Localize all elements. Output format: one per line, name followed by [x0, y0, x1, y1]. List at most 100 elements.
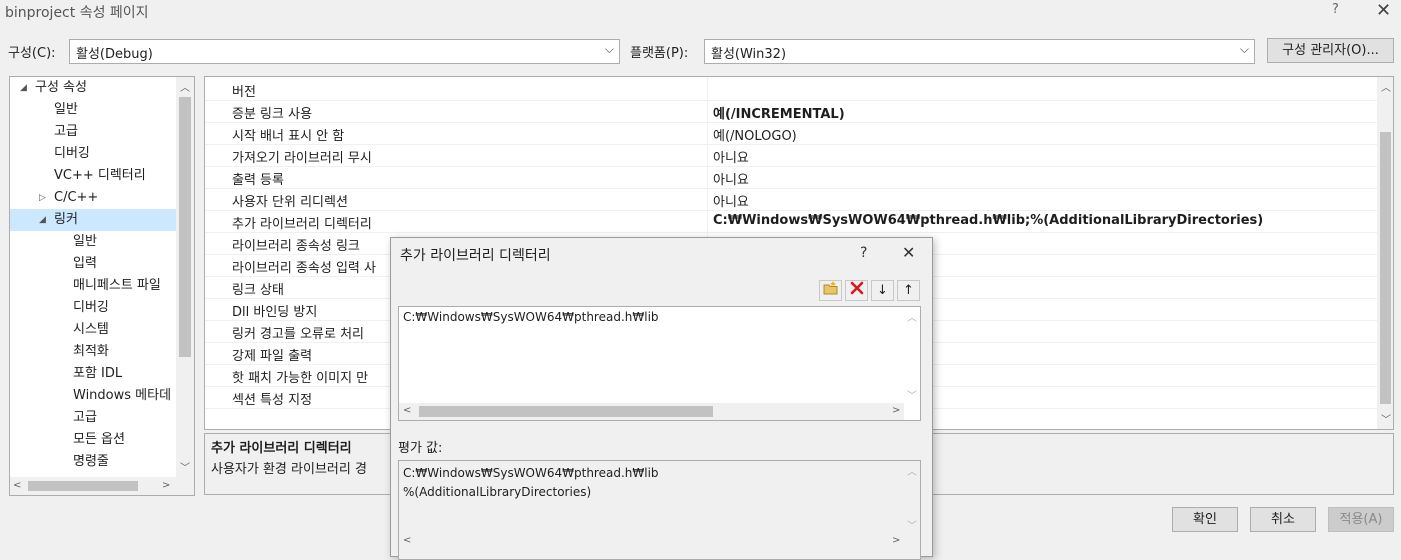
tree-item[interactable]: ◢ 구성 속성	[10, 77, 176, 99]
tree-item[interactable]: 포함 IDL	[10, 363, 176, 385]
platform-dropdown[interactable]: 활성(Win32) ⌵	[704, 39, 1255, 64]
scroll-up-arrow-icon[interactable]: ︿	[907, 463, 917, 478]
tree-horizontal-scrollbar[interactable]: < >	[10, 477, 194, 495]
scroll-thumb[interactable]	[28, 481, 138, 491]
tree-item[interactable]: 입력	[10, 253, 176, 275]
property-tree: ◢ 구성 속성 일반 고급 디버깅 VC++ 디렉터리 ▷ C/C++ ◢ 링커 일반 입력 매니페스트…	[9, 76, 195, 496]
window-title: binproject 속성 페이지	[5, 5, 149, 21]
close-button[interactable]: ✕	[1376, 0, 1391, 21]
move-down-button[interactable]: ↓	[871, 280, 894, 301]
scroll-down-arrow-icon[interactable]: ﹀	[180, 459, 190, 474]
property-row[interactable]: 가져오기 라이브러리 무시 아니요	[205, 145, 1379, 167]
property-value[interactable]: 예(/INCREMENTAL)	[713, 103, 845, 122]
tree-item[interactable]: 디버깅	[10, 143, 176, 165]
new-folder-icon	[823, 281, 837, 295]
tree-item[interactable]: 고급	[10, 121, 176, 143]
arrow-down-icon: ↓	[877, 283, 888, 298]
subdialog-help-button[interactable]: ?	[860, 245, 867, 261]
collapse-arrow-icon[interactable]: ◢	[39, 209, 46, 231]
tree-item[interactable]: 모든 옵션	[10, 429, 176, 451]
property-name: 가져오기 라이브러리 무시	[232, 151, 372, 166]
apply-button[interactable]: 적용(A)	[1328, 507, 1394, 532]
grid-vertical-scrollbar[interactable]: ︿ ﹀	[1377, 77, 1393, 429]
scroll-up-arrow-icon[interactable]: ︿	[1381, 79, 1391, 94]
property-name: 사용자 단위 리디렉션	[232, 195, 348, 210]
tree-item[interactable]: 일반	[10, 231, 176, 253]
tree-item[interactable]: 매니페스트 파일	[10, 275, 176, 297]
scroll-up-arrow-icon[interactable]: ︿	[180, 79, 190, 94]
tree-item[interactable]: 고급	[10, 407, 176, 429]
scroll-down-arrow-icon[interactable]: ﹀	[1381, 411, 1391, 426]
scroll-thumb[interactable]	[179, 97, 191, 357]
tree-item[interactable]: ▷ C/C++	[10, 187, 176, 209]
eval-line: %(AdditionalLibraryDirectories)	[403, 485, 592, 499]
tree-item[interactable]: VC++ 디렉터리	[10, 165, 176, 187]
move-up-button[interactable]: ↑	[897, 280, 920, 301]
eval-label: 평가 값:	[398, 441, 443, 456]
scroll-thumb[interactable]	[1380, 132, 1391, 404]
ok-button[interactable]: 확인	[1172, 507, 1238, 532]
directory-edit-box[interactable]: C:₩Windows₩SysWOW64₩pthread.h₩lib ︿ ﹀ < …	[398, 306, 921, 421]
property-row[interactable]: 출력 등록 아니요	[205, 167, 1379, 189]
scroll-down-arrow-icon[interactable]: ﹀	[907, 387, 917, 402]
tree-item-label: 매니페스트 파일	[73, 278, 161, 293]
config-value: 활성(Debug)	[76, 47, 153, 62]
eval-vertical-scrollbar[interactable]: ︿ ﹀	[904, 461, 920, 533]
config-manager-button[interactable]: 구성 관리자(O)...	[1267, 38, 1394, 63]
arrow-up-icon: ↑	[903, 283, 914, 298]
property-value[interactable]: 아니요	[713, 169, 749, 188]
property-name: 라이브러리 종속성 입력 사	[232, 261, 376, 276]
tree-item[interactable]: 명령줄	[10, 451, 176, 473]
scroll-right-arrow-icon[interactable]: >	[892, 405, 900, 416]
delete-line-button[interactable]	[845, 280, 868, 301]
property-row[interactable]: 버전	[205, 79, 1379, 101]
platform-label: 플랫폼(P):	[630, 46, 689, 61]
tree-item[interactable]: 최적화	[10, 341, 176, 363]
tree-vertical-scrollbar[interactable]: ︿ ﹀	[176, 77, 194, 477]
description-text: 사용자가 환경 라이브러리 경	[211, 462, 367, 477]
property-value[interactable]: C:₩Windows₩SysWOW64₩pthread.h₩lib;%(Addi…	[713, 213, 1263, 228]
property-value[interactable]: 예(/NOLOGO)	[713, 125, 797, 144]
help-button[interactable]: ?	[1332, 2, 1339, 17]
scroll-left-arrow-icon[interactable]: <	[403, 535, 411, 546]
edit-horizontal-scrollbar[interactable]: < >	[399, 403, 904, 420]
scroll-thumb[interactable]	[419, 406, 713, 417]
subdialog-close-button[interactable]: ✕	[902, 243, 915, 262]
edit-vertical-scrollbar[interactable]: ︿ ﹀	[904, 307, 920, 403]
scroll-left-arrow-icon[interactable]: <	[13, 480, 21, 491]
tree-item-label: 일반	[54, 102, 78, 117]
property-name: 버전	[232, 85, 256, 100]
config-dropdown[interactable]: 활성(Debug) ⌵	[69, 39, 620, 64]
new-line-button[interactable]	[819, 280, 842, 301]
property-row[interactable]: 사용자 단위 리디렉션 아니요	[205, 189, 1379, 211]
tree-item-label: 일반	[73, 234, 97, 249]
tree-item[interactable]: 일반	[10, 99, 176, 121]
directory-edit-value[interactable]: C:₩Windows₩SysWOW64₩pthread.h₩lib	[403, 310, 659, 324]
property-value[interactable]: 아니요	[713, 147, 749, 166]
collapse-arrow-icon[interactable]: ◢	[20, 77, 27, 99]
tree-item[interactable]: 디버깅	[10, 297, 176, 319]
tree-item[interactable]: Windows 메타데	[10, 385, 176, 407]
additional-library-dirs-dialog: 추가 라이브러리 디렉터리 ? ✕ ↓ ↑ C:₩Windows₩SysWOW6…	[390, 237, 933, 560]
eval-horizontal-scrollbar[interactable]: < >	[399, 533, 904, 550]
description-title: 추가 라이브러리 디렉터리	[211, 441, 352, 456]
chevron-down-icon: ⌵	[1239, 42, 1249, 56]
tree-item-label: VC++ 디렉터리	[54, 168, 146, 183]
expand-arrow-icon[interactable]: ▷	[39, 187, 46, 209]
scroll-right-arrow-icon[interactable]: >	[892, 535, 900, 546]
delete-icon	[850, 281, 863, 295]
tree-item[interactable]: ◢ 링커	[10, 209, 176, 231]
property-value[interactable]: 아니요	[713, 191, 749, 210]
scroll-up-arrow-icon[interactable]: ︿	[907, 309, 917, 324]
property-row[interactable]: 증분 링크 사용 예(/INCREMENTAL)	[205, 101, 1379, 123]
tree-item-label: 링커	[54, 212, 78, 227]
scroll-left-arrow-icon[interactable]: <	[403, 405, 411, 416]
property-name: 링커 경고를 오류로 처리	[232, 327, 364, 342]
property-row[interactable]: 추가 라이브러리 디렉터리 C:₩Windows₩SysWOW64₩pthread…	[205, 211, 1379, 233]
chevron-down-icon: ⌵	[604, 42, 614, 56]
scroll-right-arrow-icon[interactable]: >	[162, 480, 170, 491]
scroll-down-arrow-icon[interactable]: ﹀	[907, 517, 917, 532]
cancel-button[interactable]: 취소	[1250, 507, 1316, 532]
tree-item[interactable]: 시스템	[10, 319, 176, 341]
property-row[interactable]: 시작 배너 표시 안 함 예(/NOLOGO)	[205, 123, 1379, 145]
